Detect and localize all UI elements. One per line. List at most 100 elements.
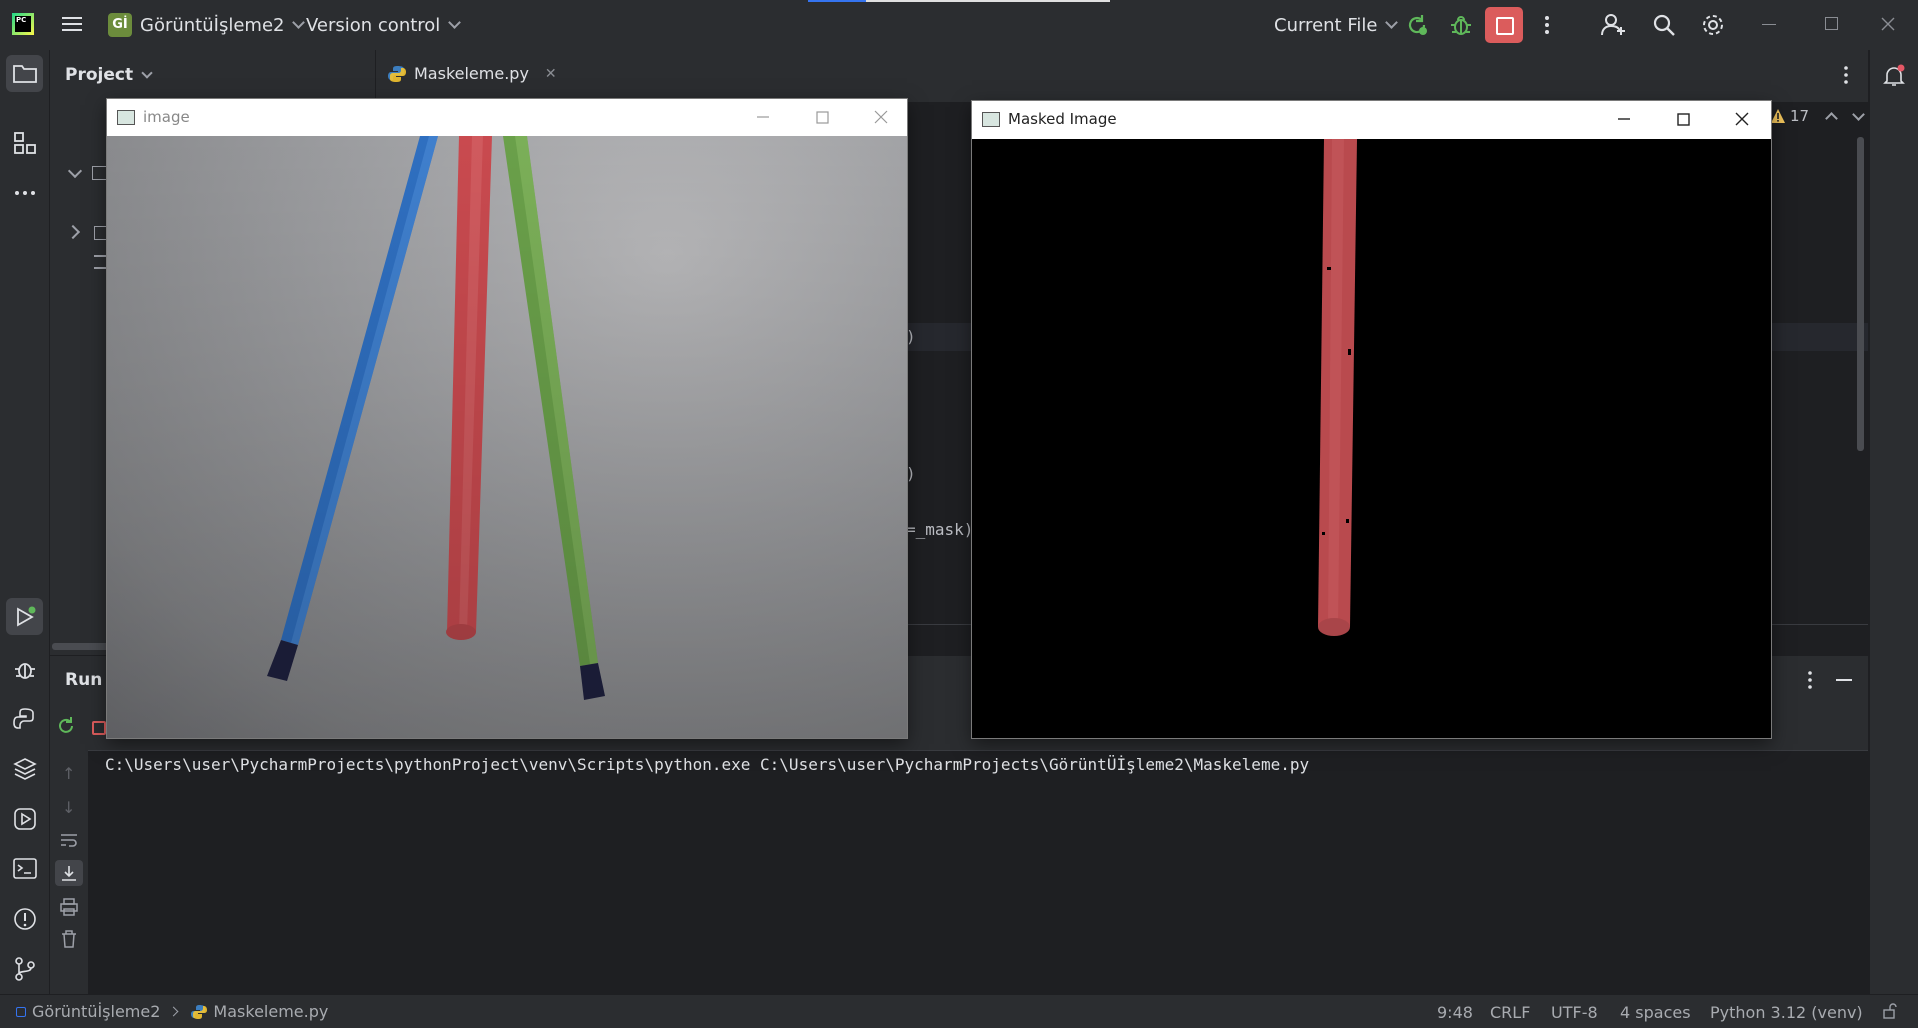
stop-run-icon[interactable]: [92, 721, 106, 735]
pencils-photo: [107, 136, 907, 738]
git-icon[interactable]: [12, 956, 38, 982]
restore-window-icon[interactable]: [1825, 17, 1838, 30]
minimize-window-icon[interactable]: [1762, 24, 1776, 25]
trash-icon[interactable]: [61, 930, 77, 948]
progress-indicator: [808, 0, 1110, 2]
rerun-icon[interactable]: [56, 716, 76, 736]
more-tools-icon[interactable]: [12, 180, 38, 206]
maximize-icon[interactable]: [810, 105, 834, 129]
project-panel-header[interactable]: Project: [65, 65, 153, 85]
close-icon[interactable]: [869, 105, 893, 129]
version-control-label: Version control: [306, 14, 441, 36]
library-icon: [94, 226, 108, 240]
folder-icon: [13, 65, 37, 83]
run-options-icon[interactable]: [1805, 670, 1815, 690]
project-tool-button[interactable]: [6, 55, 43, 92]
tab-actions-icon[interactable]: [1841, 64, 1851, 86]
gear-icon[interactable]: [1700, 12, 1726, 38]
masked-pencil: [1318, 139, 1357, 636]
vertical-scrollbar[interactable]: [1857, 137, 1864, 451]
window-app-icon: [117, 110, 135, 125]
run-icon: [17, 606, 36, 627]
camera-frame: [107, 136, 907, 738]
structure-icon[interactable]: [12, 130, 38, 156]
tab-maskeleme[interactable]: Maskeleme.py ✕: [388, 64, 557, 83]
pycharm-logo: PC: [12, 13, 34, 35]
masked-image-window[interactable]: Masked Image: [972, 101, 1771, 738]
breadcrumb-file[interactable]: Maskeleme.py: [213, 1002, 328, 1021]
tree-expand-icon[interactable]: [67, 163, 83, 179]
warning-count: 17: [1790, 107, 1810, 125]
project-widget[interactable]: Gİ Görüntüİşleme2: [108, 12, 306, 38]
image-window-title: image: [143, 108, 190, 126]
next-highlight-icon[interactable]: [1852, 107, 1865, 121]
chevron-down-icon: [1385, 16, 1399, 29]
project-badge: Gİ: [108, 13, 132, 37]
tree-collapse-icon[interactable]: [65, 224, 81, 240]
title-bar: PC Gİ Görüntüİşleme2 Version control Cur…: [0, 0, 1918, 51]
soft-wrap-icon[interactable]: [60, 832, 78, 847]
terminal-icon[interactable]: [12, 856, 38, 882]
close-tab-icon[interactable]: ✕: [545, 66, 557, 82]
stop-button[interactable]: [1485, 7, 1523, 43]
python-interpreter[interactable]: Python 3.12 (venv): [1710, 1003, 1863, 1022]
image-window[interactable]: image: [107, 99, 907, 738]
notifications-icon[interactable]: [1882, 64, 1906, 88]
mask-frame: [972, 139, 1771, 738]
scroll-up-icon[interactable]: ↑: [62, 764, 75, 783]
project-panel-title: Project: [65, 65, 134, 85]
scroll-down-icon[interactable]: ↓: [62, 798, 75, 817]
more-actions-icon[interactable]: [1537, 13, 1557, 37]
right-tool-strip: [1869, 50, 1918, 994]
services-icon[interactable]: [12, 806, 38, 832]
masked-window-title: Masked Image: [1008, 110, 1117, 128]
run-tool-button[interactable]: [6, 598, 43, 635]
close-window-icon[interactable]: [1880, 16, 1896, 32]
indent-setting[interactable]: 4 spaces: [1620, 1003, 1691, 1022]
image-window-titlebar[interactable]: image: [107, 99, 907, 135]
debug-tool-icon[interactable]: [12, 656, 38, 682]
editor-tabs: Maskeleme.py ✕: [376, 50, 1868, 103]
search-icon[interactable]: [1652, 13, 1676, 37]
module-icon: [16, 1006, 26, 1017]
python-file-icon: [191, 1004, 208, 1019]
run-panel-title: Run: [65, 670, 103, 690]
problems-icon[interactable]: [12, 906, 38, 932]
run-config-label: Current File: [1274, 14, 1378, 36]
python-packages-icon[interactable]: [12, 756, 38, 782]
python-console-icon[interactable]: [12, 706, 38, 732]
breadcrumb-project[interactable]: Görüntüİşleme2: [32, 1002, 160, 1021]
window-app-icon: [982, 112, 1000, 127]
chevron-down-icon: [292, 16, 306, 29]
code-with-me-icon[interactable]: [1601, 13, 1627, 37]
close-icon[interactable]: [1730, 107, 1754, 131]
version-control-widget[interactable]: Version control: [306, 12, 462, 38]
maximize-icon[interactable]: [1671, 107, 1695, 131]
previous-highlight-icon[interactable]: [1825, 111, 1838, 125]
debug-icon[interactable]: [1449, 13, 1473, 37]
run-config-selector[interactable]: Current File: [1274, 12, 1399, 38]
chevron-down-icon: [448, 16, 462, 29]
project-name: Görüntüİşleme2: [140, 14, 285, 36]
scroll-to-end-icon[interactable]: [55, 860, 83, 886]
line-separator[interactable]: CRLF: [1490, 1003, 1530, 1022]
tab-label: Maskeleme.py: [414, 64, 529, 83]
file-encoding[interactable]: UTF-8: [1551, 1003, 1598, 1022]
masked-window-titlebar[interactable]: Masked Image: [972, 101, 1771, 137]
python-file-icon: [388, 65, 406, 82]
minimize-icon[interactable]: [1612, 107, 1636, 131]
main-menu-icon[interactable]: [62, 15, 82, 33]
print-icon[interactable]: [60, 898, 78, 916]
code-fragment: ): [906, 327, 916, 346]
stop-icon: [1496, 17, 1514, 35]
chevron-down-icon: [141, 66, 153, 79]
minimize-icon[interactable]: [751, 105, 775, 129]
lock-icon[interactable]: [1882, 1003, 1898, 1019]
hide-panel-icon[interactable]: [1836, 679, 1852, 681]
run-side-toolbar: ↑ ↓: [50, 750, 88, 994]
caret-position[interactable]: 9:48: [1437, 1003, 1473, 1022]
rerun-icon[interactable]: [1405, 13, 1429, 37]
breadcrumb-separator-icon: [168, 1006, 179, 1017]
status-bar: Görüntüİşleme2 Maskeleme.py 9:48 CRLF UT…: [0, 994, 1918, 1028]
inspection-widget[interactable]: 17: [1770, 107, 1865, 125]
